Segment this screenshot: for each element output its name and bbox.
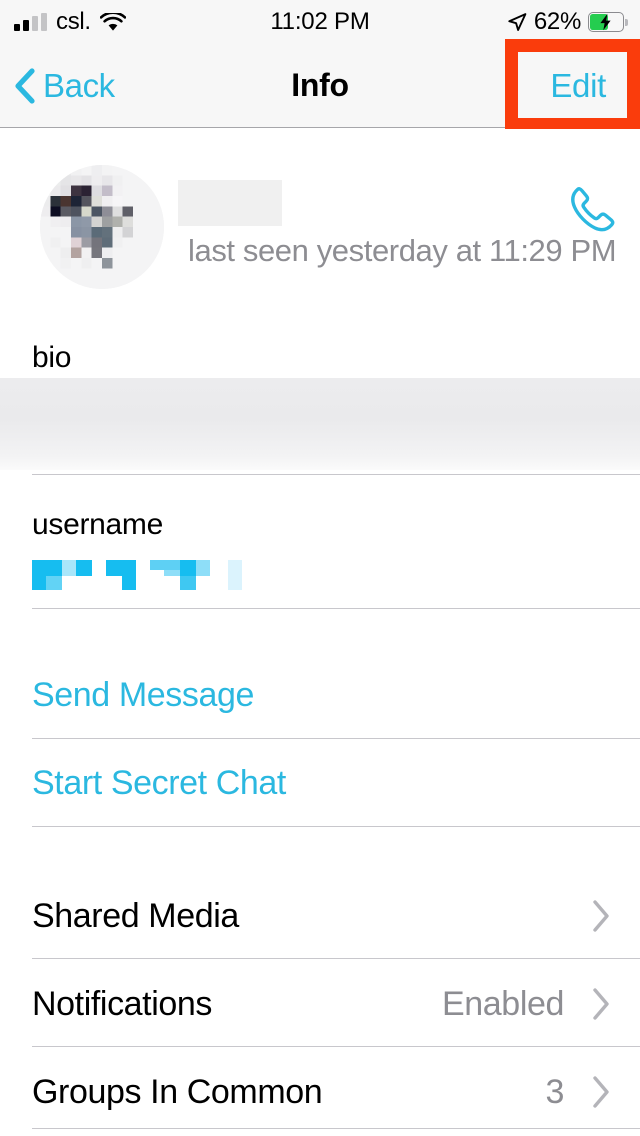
telegram-contact-info-screen: csl. 11:02 PM 62% Back Info Edit last se… xyxy=(0,0,640,1136)
send-message-button[interactable]: Send Message xyxy=(32,676,254,715)
row-groups-in-common[interactable]: Groups In Common 3 xyxy=(0,1048,640,1136)
edit-button[interactable]: Edit xyxy=(550,44,606,127)
row-shared-media[interactable]: Shared Media xyxy=(0,872,640,960)
avatar[interactable] xyxy=(40,165,164,289)
battery-percent-label: 62% xyxy=(533,8,581,35)
row-notifications[interactable]: Notifications Enabled xyxy=(0,960,640,1048)
battery-charging-icon xyxy=(588,12,628,32)
username-label: username xyxy=(32,508,164,541)
row-notifications-label: Notifications xyxy=(32,984,212,1023)
page-title: Info xyxy=(291,67,349,103)
separator-bio xyxy=(32,474,640,475)
bio-value-redacted xyxy=(0,378,640,470)
separator-username xyxy=(32,608,640,609)
row-shared-media-label: Shared Media xyxy=(32,896,239,935)
separator-shared-media xyxy=(32,958,640,959)
status-bar-right: 62% xyxy=(507,0,628,44)
status-bar: csl. 11:02 PM 62% xyxy=(0,0,640,44)
username-value-redacted[interactable] xyxy=(32,560,242,590)
separator-send-message xyxy=(32,738,640,739)
row-groups-in-common-label: Groups In Common xyxy=(32,1072,323,1111)
phone-call-icon xyxy=(563,183,619,237)
row-groups-in-common-value: 3 xyxy=(545,1072,564,1111)
separator-groups-in-common xyxy=(32,1128,640,1129)
separator-notifications xyxy=(32,1046,640,1047)
separator-secret-chat xyxy=(32,826,640,827)
chevron-right-icon xyxy=(592,987,612,1021)
chevron-right-icon xyxy=(592,1075,612,1109)
contact-name-redacted xyxy=(178,180,282,226)
bio-label: bio xyxy=(32,341,72,374)
start-secret-chat-button[interactable]: Start Secret Chat xyxy=(32,764,286,803)
contact-header: last seen yesterday at 11:29 PM xyxy=(0,129,640,325)
contact-last-seen: last seen yesterday at 11:29 PM xyxy=(188,233,617,268)
navigation-bar: Back Info Edit xyxy=(0,44,640,128)
location-arrow-icon xyxy=(507,12,527,32)
call-button[interactable] xyxy=(560,181,622,239)
row-notifications-value: Enabled xyxy=(442,984,564,1023)
chevron-right-icon xyxy=(592,899,612,933)
